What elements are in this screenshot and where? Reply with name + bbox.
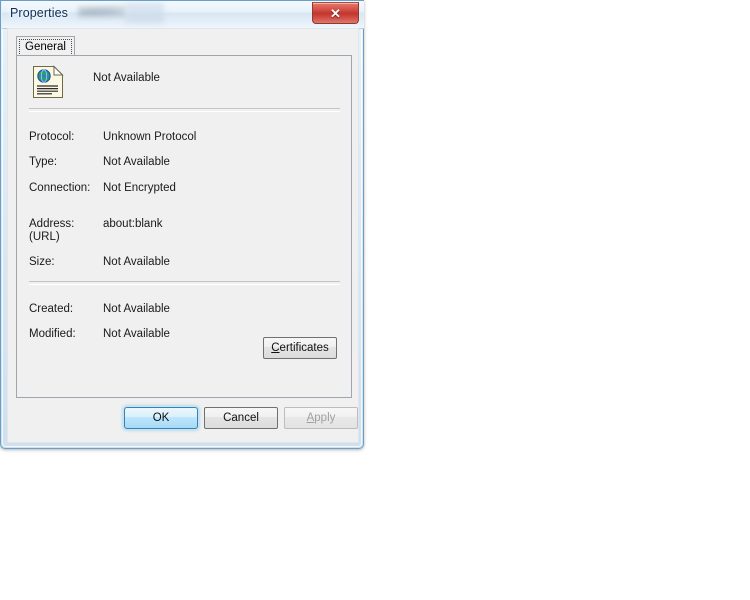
row-connection: Connection: Not Encrypted — [29, 182, 339, 198]
document-header: Not Available — [17, 56, 351, 109]
cancel-button-label: Cancel — [223, 412, 259, 424]
value-address: about:blank — [103, 218, 163, 230]
cancel-button[interactable]: Cancel — [204, 407, 278, 429]
value-size: Not Available — [103, 256, 170, 268]
label-protocol: Protocol: — [29, 131, 75, 143]
row-created: Created: Not Available — [29, 303, 339, 319]
row-type: Type: Not Available — [29, 156, 339, 172]
separator-bottom — [29, 281, 340, 285]
title-blurred-text — [78, 5, 126, 19]
window-title: Properties — [10, 6, 68, 20]
value-modified: Not Available — [103, 328, 170, 340]
label-modified: Modified: — [29, 328, 76, 340]
value-created: Not Available — [103, 303, 170, 315]
tab-general-label: General — [25, 40, 66, 53]
row-size: Size: Not Available — [29, 256, 339, 272]
apply-button: Apply — [284, 407, 358, 429]
tab-strip: General — [16, 36, 352, 56]
properties-dialog-window: Properties ✕ General Not Available Proto… — [0, 0, 364, 449]
label-type: Type: — [29, 156, 58, 168]
value-protocol: Unknown Protocol — [103, 131, 197, 143]
screen: Properties ✕ General Not Available Proto… — [0, 0, 750, 600]
title-bar[interactable]: Properties ✕ — [2, 1, 364, 29]
close-button[interactable]: ✕ — [312, 2, 359, 24]
value-type: Not Available — [103, 156, 170, 168]
ok-button-label: OK — [152, 412, 170, 424]
separator-top — [29, 108, 340, 112]
certificates-button[interactable]: Certificates — [263, 337, 337, 359]
html-document-icon — [32, 65, 64, 99]
row-address: Address: (URL) about:blank — [29, 218, 339, 244]
close-icon: ✕ — [330, 5, 341, 21]
label-address: Address: (URL) — [29, 218, 75, 243]
tab-panel-general: Not Available Protocol: Unknown Protocol… — [16, 55, 352, 398]
apply-button-label: Apply — [306, 412, 336, 424]
title-blurred-text-2 — [126, 3, 164, 23]
certificates-button-label: Certificates — [271, 342, 329, 354]
label-created: Created: — [29, 303, 74, 315]
value-connection: Not Encrypted — [103, 182, 176, 194]
document-name: Not Available — [93, 72, 160, 84]
label-size: Size: — [29, 256, 55, 268]
row-protocol: Protocol: Unknown Protocol — [29, 131, 339, 147]
tab-general[interactable]: General — [16, 36, 75, 56]
dialog-body: General Not Available Protocol: Unknown … — [7, 28, 359, 443]
label-connection: Connection: — [29, 182, 91, 194]
ok-button[interactable]: OK — [124, 407, 198, 429]
